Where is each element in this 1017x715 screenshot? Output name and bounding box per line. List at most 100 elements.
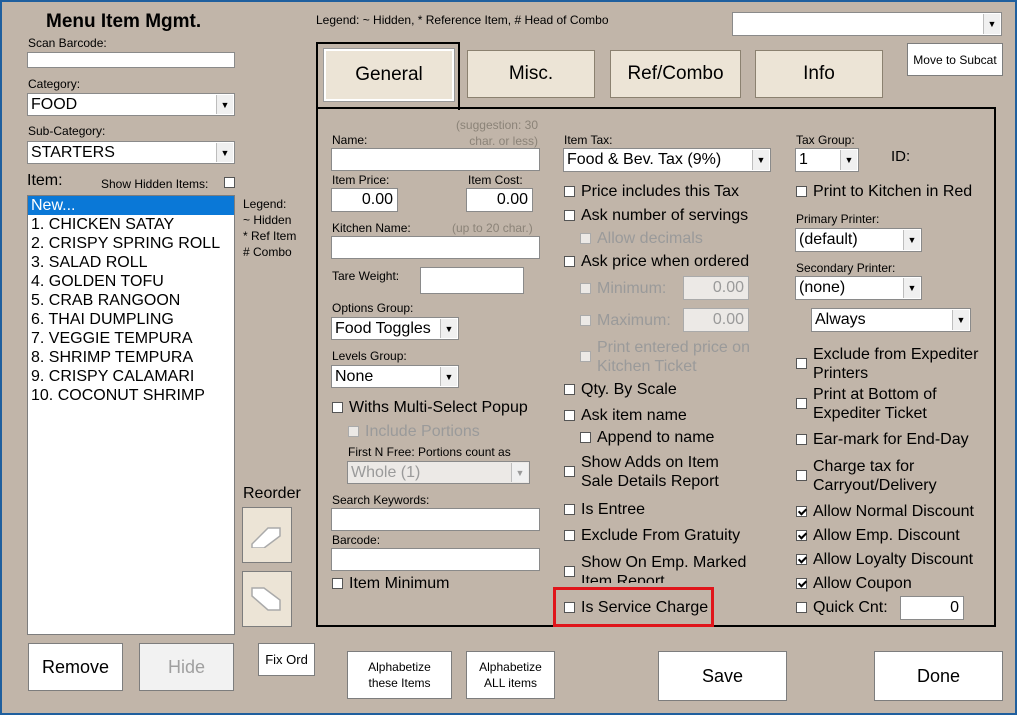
qty-by-scale-checkbox[interactable]: Qty. By Scale [564,380,677,399]
move-up-button[interactable] [242,507,292,563]
show-on-emp-checkbox[interactable]: Show On Emp. Marked Item Report [564,553,746,583]
move-down-button[interactable] [242,571,292,627]
primary-printer-label: Primary Printer: [796,212,880,226]
ear-mark-checkbox[interactable]: Ear-mark for End-Day [796,430,969,449]
tare-weight-input[interactable] [420,267,524,294]
scan-barcode-label: Scan Barcode: [28,36,107,50]
always-select[interactable]: Always ▼ [811,308,971,332]
secondary-printer-select[interactable]: (none) ▼ [795,276,922,300]
print-entered-line: Kitchen Ticket [597,358,697,375]
reorder-label: Reorder [243,485,301,502]
show-hidden-checkbox[interactable] [224,173,241,188]
item-tax-select[interactable]: Food & Bev. Tax (9%) ▼ [563,148,771,172]
ask-item-name-checkbox[interactable]: Ask item name [564,406,687,425]
list-item[interactable]: 2. CRISPY SPRING ROLL [28,234,234,253]
primary-printer-select[interactable]: (default) ▼ [795,228,922,252]
list-item[interactable]: 8. SHRIMP TEMPURA [28,348,234,367]
minimum-checkbox[interactable]: Minimum: [580,279,666,298]
list-item[interactable]: 4. GOLDEN TOFU [28,272,234,291]
list-item[interactable]: 7. VEGGIE TEMPURA [28,329,234,348]
include-portions-checkbox[interactable]: Include Portions [348,422,480,441]
is-entree-checkbox[interactable]: Is Entree [564,500,645,519]
allow-normal-discount-checkbox[interactable]: Allow Normal Discount [796,502,974,521]
print-bottom-checkbox[interactable]: Print at Bottom of Expediter Ticket [796,385,937,423]
price-includes-tax-checkbox[interactable]: Price includes this Tax [564,182,739,201]
price-includes-tax-label: Price includes this Tax [581,183,739,200]
ask-item-name-label: Ask item name [581,407,687,424]
print-entered-price-checkbox[interactable]: Print entered price on Kitchen Ticket [580,338,750,376]
tab-misc[interactable]: Misc. [467,50,595,98]
print-kitchen-red-checkbox[interactable]: Print to Kitchen in Red [796,182,972,201]
levels-group-select[interactable]: None ▼ [331,365,459,388]
item-minimum-checkbox[interactable]: Item Minimum [332,574,449,593]
withs-multi-checkbox[interactable]: Withs Multi-Select Popup [332,398,528,417]
exclude-expediter-checkbox[interactable]: Exclude from Expediter Printers [796,345,978,383]
ask-price-checkbox[interactable]: Ask price when ordered [564,252,749,271]
sub-category-select[interactable]: STARTERS ▼ [27,141,235,164]
chevron-down-icon[interactable]: ▼ [216,143,233,162]
chevron-down-icon[interactable]: ▼ [903,278,920,298]
barcode-input[interactable] [331,548,540,571]
chevron-down-icon[interactable]: ▼ [752,150,769,170]
list-item[interactable]: 10. COCONUT SHRIMP [28,386,234,405]
quick-cnt-input[interactable]: 0 [900,596,964,620]
list-item[interactable]: 6. THAI DUMPLING [28,310,234,329]
chevron-down-icon[interactable]: ▼ [511,463,528,482]
move-to-subcat-button[interactable]: Move to Subcat [907,43,1003,76]
list-item[interactable]: 9. CRISPY CALAMARI [28,367,234,386]
chevron-down-icon[interactable]: ▼ [840,150,857,170]
quick-cnt-checkbox[interactable]: Quick Cnt: [796,598,888,617]
chevron-down-icon[interactable]: ▼ [440,367,457,386]
item-price-input[interactable]: 0.00 [331,188,398,212]
tab-ref-combo[interactable]: Ref/Combo [610,50,741,98]
scan-barcode-input[interactable] [27,52,235,68]
minimum-input[interactable]: 0.00 [683,276,749,300]
fix-ord-button[interactable]: Fix Ord [258,643,315,676]
portions-count-select[interactable]: Whole (1) ▼ [347,461,530,484]
allow-coupon-checkbox[interactable]: Allow Coupon [796,574,912,593]
search-keywords-label: Search Keywords: [332,493,430,507]
remove-button[interactable]: Remove [28,643,123,691]
allow-emp-discount-checkbox[interactable]: Allow Emp. Discount [796,526,960,545]
done-button[interactable]: Done [874,651,1003,701]
chevron-down-icon[interactable]: ▼ [983,14,1000,34]
search-keywords-input[interactable] [331,508,540,531]
secondary-printer-value: (none) [799,279,846,296]
maximum-checkbox[interactable]: Maximum: [580,311,671,330]
name-input[interactable] [331,148,540,171]
kitchen-name-input[interactable] [331,236,540,259]
secondary-printer-label: Secondary Printer: [796,261,896,275]
hide-button[interactable]: Hide [139,643,234,691]
maximum-input[interactable]: 0.00 [683,308,749,332]
tax-group-label: Tax Group: [796,133,855,147]
chevron-down-icon[interactable]: ▼ [216,95,233,114]
show-adds-checkbox[interactable]: Show Adds on Item Sale Details Report [564,453,719,491]
list-item[interactable]: New... [28,196,234,215]
allow-loyalty-discount-checkbox[interactable]: Allow Loyalty Discount [796,550,973,569]
append-to-name-checkbox[interactable]: Append to name [580,428,714,447]
top-select[interactable]: ▼ [732,12,1002,36]
list-item[interactable]: 1. CHICKEN SATAY [28,215,234,234]
save-button[interactable]: Save [658,651,787,701]
tax-group-select[interactable]: 1 ▼ [795,148,859,172]
alphabetize-all-button[interactable]: Alphabetize ALL items [466,651,555,699]
alphabetize-all-label: Alphabetize ALL items [479,659,542,691]
category-select[interactable]: FOOD ▼ [27,93,235,116]
exclude-gratuity-checkbox[interactable]: Exclude From Gratuity [564,526,740,545]
ask-servings-checkbox[interactable]: Ask number of servings [564,206,748,225]
item-cost-input[interactable]: 0.00 [466,188,533,212]
charge-tax-checkbox[interactable]: Charge tax for Carryout/Delivery [796,457,937,495]
item-list[interactable]: New... 1. CHICKEN SATAY 2. CRISPY SPRING… [27,195,235,635]
alphabetize-these-button[interactable]: Alphabetize these Items [347,651,452,699]
chevron-down-icon[interactable]: ▼ [440,319,457,338]
tab-info[interactable]: Info [755,50,883,98]
item-tax-value: Food & Bev. Tax (9%) [567,151,722,168]
chevron-down-icon[interactable]: ▼ [903,230,920,250]
list-item[interactable]: 3. SALAD ROLL [28,253,234,272]
list-item[interactable]: 5. CRAB RANGOON [28,291,234,310]
chevron-down-icon[interactable]: ▼ [952,310,969,330]
is-service-charge-checkbox[interactable]: Is Service Charge [564,598,708,617]
options-group-select[interactable]: Food Toggles ▼ [331,317,459,340]
charge-tax-line: Carryout/Delivery [813,477,937,494]
allow-decimals-checkbox[interactable]: Allow decimals [580,229,703,248]
